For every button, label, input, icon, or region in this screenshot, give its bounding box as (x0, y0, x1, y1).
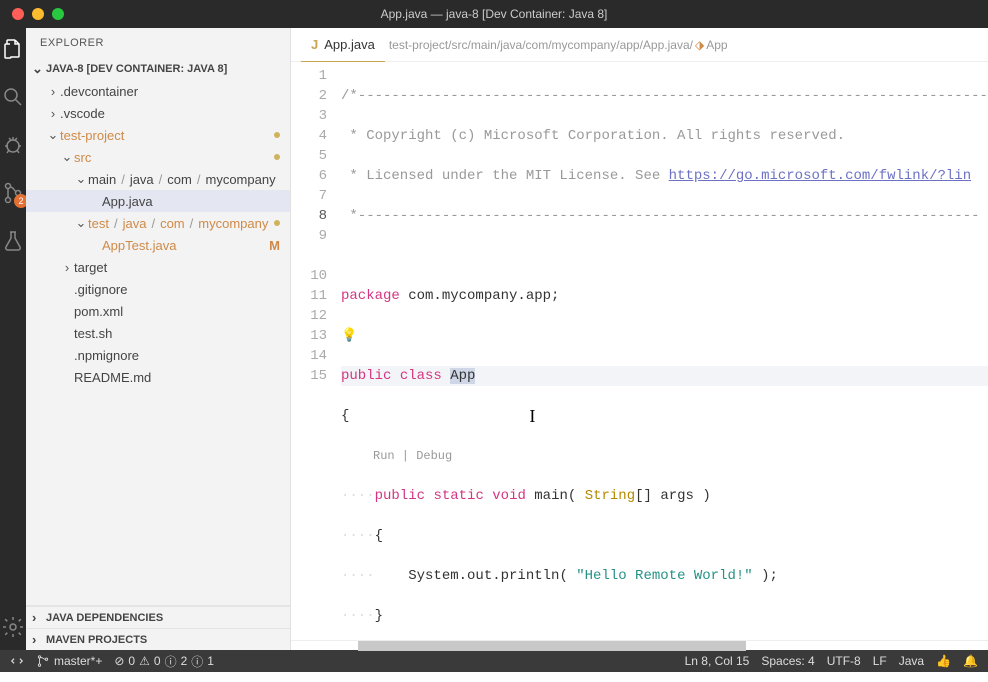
chevron-down-icon: ⌄ (74, 171, 88, 187)
status-bar: master*+ ⊘0 ⚠0 ⓘ2 ⓘ1 Ln 8, Col 15 Spaces… (0, 650, 988, 672)
explorer-sidebar: EXPLORER ⌄ JAVA-8 [DEV CONTAINER: JAVA 8… (26, 28, 291, 650)
chevron-down-icon: ⌄ (46, 127, 60, 143)
tree-item-app-java[interactable]: App.java (26, 190, 290, 212)
tree-item-test-project[interactable]: ⌄test-project (26, 124, 290, 146)
modified-status: M (269, 238, 280, 253)
tree-item-devcontainer[interactable]: ›.devcontainer (26, 80, 290, 102)
window-title: App.java — java-8 [Dev Container: Java 8… (0, 7, 988, 21)
tree-item-apptest[interactable]: AppTest.javaM (26, 234, 290, 256)
code-editor[interactable]: 123456789101112131415 /*----------------… (291, 62, 988, 640)
tree-item-gitignore[interactable]: .gitignore (26, 278, 290, 300)
scrollbar-thumb[interactable] (358, 641, 746, 651)
eol-status[interactable]: LF (873, 654, 887, 668)
chevron-down-icon: ⌄ (74, 215, 88, 231)
tree-item-vscode[interactable]: ›.vscode (26, 102, 290, 124)
java-file-icon: J (311, 37, 318, 52)
sidebar-title: EXPLORER (26, 28, 290, 58)
tree-item-main-path[interactable]: ⌄ main/java/com/mycompany/app (26, 168, 290, 190)
chevron-right-icon: › (60, 260, 74, 275)
editor-tab[interactable]: J App.java (301, 28, 385, 62)
tree-item-pom[interactable]: pom.xml (26, 300, 290, 322)
search-icon[interactable] (0, 84, 26, 110)
feedback-icon[interactable]: 👍 (936, 654, 951, 668)
git-branch-status[interactable]: master*+ (36, 654, 102, 668)
chevron-right-icon: › (32, 610, 46, 625)
problems-status[interactable]: ⊘0 ⚠0 ⓘ2 ⓘ1 (114, 653, 214, 670)
codelens-run-debug[interactable]: Run | Debug (373, 446, 452, 466)
language-mode[interactable]: Java (899, 654, 924, 668)
title-bar: App.java — java-8 [Dev Container: Java 8… (0, 0, 988, 28)
explorer-icon[interactable] (0, 36, 26, 62)
chevron-down-icon: ⌄ (60, 149, 74, 165)
tree-item-src[interactable]: ⌄src (26, 146, 290, 168)
chevron-right-icon: › (46, 106, 60, 121)
workspace-folder-header[interactable]: ⌄ JAVA-8 [DEV CONTAINER: JAVA 8] (26, 58, 290, 80)
tree-item-readme[interactable]: README.md (26, 366, 290, 388)
indentation-status[interactable]: Spaces: 4 (761, 654, 814, 668)
settings-gear-icon[interactable] (0, 614, 26, 640)
activity-bar: 2 (0, 28, 26, 650)
license-link[interactable]: https://go.microsoft.com/fwlink/?lin (669, 168, 971, 184)
beaker-icon[interactable] (0, 228, 26, 254)
modified-dot-icon (274, 132, 280, 138)
text-cursor-icon: I (529, 406, 535, 426)
lightbulb-icon[interactable]: 💡 (341, 328, 357, 343)
modified-dot-icon (274, 154, 280, 160)
editor-pane: J App.java test-project/src/main/java/co… (291, 28, 988, 650)
notifications-icon[interactable]: 🔔 (963, 654, 978, 668)
chevron-right-icon: › (46, 84, 60, 99)
java-dependencies-section[interactable]: ›JAVA DEPENDENCIES (26, 606, 290, 628)
sidebar-bottom-sections: ›JAVA DEPENDENCIES ›MAVEN PROJECTS (26, 605, 290, 650)
class-icon: ⬗ (695, 38, 704, 52)
encoding-status[interactable]: UTF-8 (827, 654, 861, 668)
code-content[interactable]: /*--------------------------------------… (341, 62, 988, 640)
horizontal-scrollbar[interactable] (291, 640, 988, 650)
file-tree: ›.devcontainer ›.vscode ⌄test-project ⌄s… (26, 80, 290, 605)
remote-indicator[interactable] (10, 654, 24, 668)
cursor-position[interactable]: Ln 8, Col 15 (685, 654, 750, 668)
tab-label: App.java (324, 37, 375, 52)
tree-item-target[interactable]: ›target (26, 256, 290, 278)
breadcrumb[interactable]: test-project/src/main/java/com/mycompany… (389, 38, 728, 52)
modified-dot-icon (274, 220, 280, 226)
chevron-right-icon: › (32, 632, 46, 647)
workspace-folder-name: JAVA-8 [DEV CONTAINER: JAVA 8] (46, 63, 227, 75)
tree-item-testsh[interactable]: test.sh (26, 322, 290, 344)
tree-item-npmignore[interactable]: .npmignore (26, 344, 290, 366)
debug-icon[interactable] (0, 132, 26, 158)
tab-bar: J App.java test-project/src/main/java/co… (291, 28, 988, 62)
line-gutter: 123456789101112131415 (291, 62, 341, 640)
tree-item-test-path[interactable]: ⌄ test/java/com/mycompany ... (26, 212, 290, 234)
maven-projects-section[interactable]: ›MAVEN PROJECTS (26, 628, 290, 650)
chevron-down-icon: ⌄ (32, 61, 46, 77)
source-control-icon[interactable]: 2 (0, 180, 26, 206)
